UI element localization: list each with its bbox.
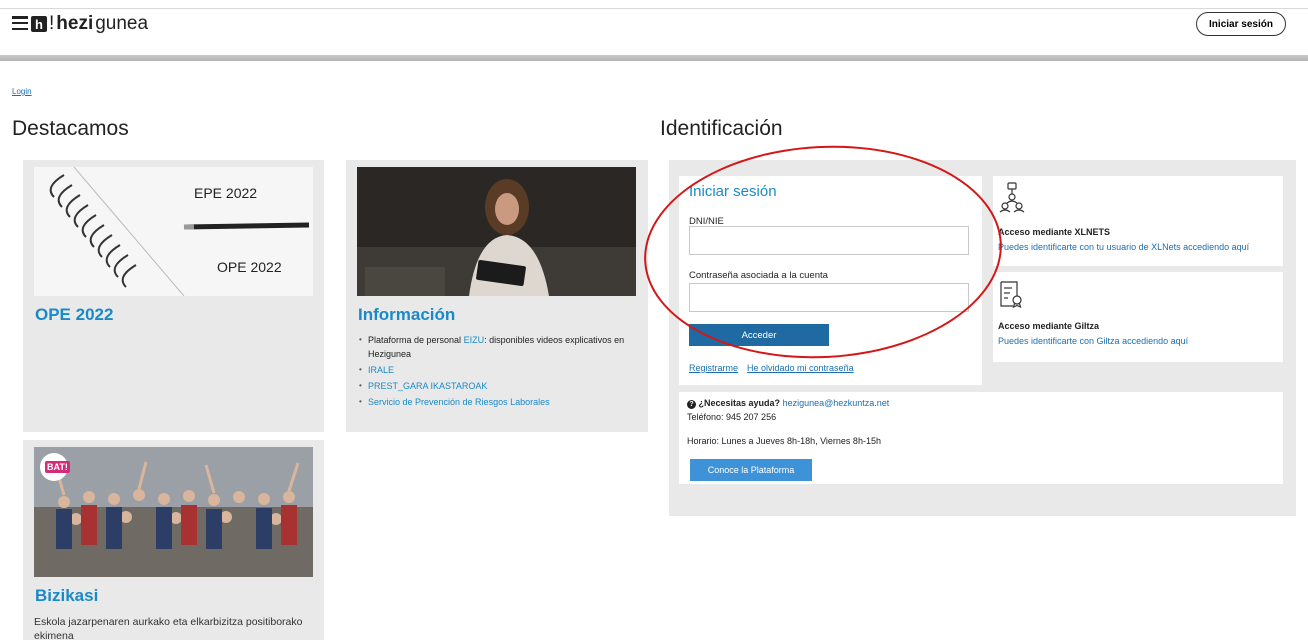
menu-icon[interactable] [12,16,28,30]
forgot-password-link[interactable]: He olvidado mi contraseña [747,363,854,373]
bizikasi-card[interactable]: BAT! Bizikasi Eskola jazarpenaren aurkak… [23,440,324,642]
help-phone: Teléfono: 945 207 256 [687,412,777,422]
list-item: Servicio de Prevención de Riesgos Labora… [358,395,643,409]
identification-panel: Iniciar sesión DNI/NIE Contraseña asocia… [669,160,1296,516]
help-question: ¿Necesitas ayuda? [698,398,781,408]
dni-input[interactable] [689,226,969,255]
header-divider [0,55,1308,61]
bizikasi-image: BAT! [34,447,313,577]
ope-image-label-epe: EPE 2022 [194,185,258,201]
info-list: Plataforma de personal EIZU: disponibles… [358,333,643,411]
notebook-illustration [34,167,313,296]
ope-card-title[interactable]: OPE 2022 [35,305,113,325]
bat-badge: BAT! [45,461,70,473]
network-users-icon [999,182,1025,213]
top-border [0,8,1308,9]
prevention-service-link[interactable]: Servicio de Prevención de Riesgos Labora… [368,397,550,407]
giltza-link[interactable]: Puedes identificarte con Giltza accedien… [998,336,1188,346]
platform-button[interactable]: Conoce la Plataforma [690,459,812,481]
help-section: ? ¿Necesitas ayuda? hezigunea@hezkuntza.… [679,392,1283,484]
logo-text: gunea [95,13,149,34]
irale-link[interactable]: IRALE [368,365,394,375]
xlnets-access[interactable]: Acceso mediante XLNETS Puedes identifica… [993,176,1283,266]
info-card-title: Información [358,305,456,324]
prest-gara-link[interactable]: PREST_GARA IKASTAROAK [368,381,487,391]
students-crowd-photo [34,447,313,577]
app-logo[interactable]: h ! hezi gunea [31,13,148,35]
login-form-title: Iniciar sesión [689,183,777,200]
list-item: PREST_GARA IKASTAROAK [358,379,643,393]
help-question-row: ? ¿Necesitas ayuda? hezigunea@hezkuntza.… [687,398,889,409]
info-image [357,167,636,296]
logo-bang: ! [49,13,55,34]
ope-image: EPE 2022 OPE 2022 [34,167,313,296]
help-hours: Horario: Lunes a Jueves 8h-18h, Viernes … [687,436,881,446]
help-email-link[interactable]: hezigunea@hezkuntza.net [783,398,890,408]
help-icon: ? [687,400,696,409]
featured-heading: Destacamos [12,117,129,140]
logo-bold-text: hezi [56,13,94,34]
info-card: Información Plataforma de personal EIZU:… [346,160,648,432]
list-item: IRALE [358,363,643,377]
list-item: Plataforma de personal EIZU: disponibles… [358,333,643,361]
form-links: Registrarme He olvidado mi contraseña [689,363,863,373]
register-link[interactable]: Registrarme [689,363,738,373]
info-item-text: Plataforma de personal [368,335,464,345]
eizu-link[interactable]: EIZU [464,335,485,345]
identification-heading: Identificación [660,117,783,140]
login-button[interactable]: Iniciar sesión [1196,12,1286,36]
ope-card[interactable]: EPE 2022 OPE 2022 OPE 2022 [23,160,324,432]
ope-image-label-ope: OPE 2022 [217,259,282,275]
submit-button[interactable]: Acceder [689,324,829,346]
tablet-woman-photo [357,167,636,296]
logo-mark: h [31,16,47,32]
xlnets-title: Acceso mediante XLNETS [998,227,1111,237]
giltza-title: Acceso mediante Giltza [998,321,1100,331]
breadcrumb[interactable]: Login [12,87,32,96]
bizikasi-card-title[interactable]: Bizikasi [35,586,98,606]
password-label: Contraseña asociada a la cuenta [689,270,828,281]
giltza-access[interactable]: Acceso mediante Giltza Puedes identifica… [993,272,1283,362]
password-input[interactable] [689,283,969,312]
login-form: Iniciar sesión DNI/NIE Contraseña asocia… [679,176,982,385]
certificate-icon [1000,281,1022,308]
xlnets-link[interactable]: Puedes identificarte con tu usuario de X… [998,242,1249,252]
